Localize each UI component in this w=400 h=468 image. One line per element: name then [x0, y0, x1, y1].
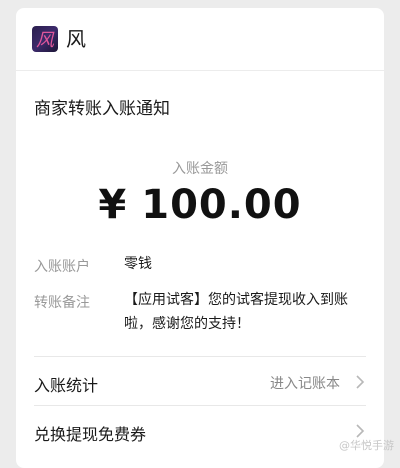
- account-value: 零钱: [124, 252, 372, 276]
- voucher-label: 兑换提现免费券: [34, 421, 146, 445]
- chevron-right-icon: [352, 374, 368, 390]
- logo-char: 风: [36, 30, 55, 51]
- stats-label: 入账统计: [34, 372, 98, 396]
- currency-symbol: ¥: [98, 182, 127, 228]
- account-label: 入账账户: [34, 256, 90, 276]
- open-ledger-text[interactable]: 进入记账本: [270, 373, 340, 393]
- wind-logo-icon: 风: [32, 26, 58, 52]
- remark-label: 转账备注: [34, 292, 90, 312]
- watermark: @华悦手游: [339, 437, 394, 453]
- notice-title: 商家转账入账通知: [34, 98, 170, 120]
- app-name: 风: [66, 26, 86, 52]
- divider: [34, 405, 366, 406]
- voucher-link-row[interactable]: 兑换提现免费券: [16, 409, 384, 453]
- amount-label: 入账金额: [16, 158, 384, 178]
- transfer-notice-card: 风 风 商家转账入账通知 入账金额 ¥100.00 入账账户 零钱 转账备注 【…: [16, 8, 384, 468]
- amount-value: 100.00: [141, 182, 301, 228]
- remark-value: 【应用试客】您的试客提现收入到账啦，感谢您的支持！: [124, 288, 372, 336]
- divider: [34, 356, 366, 357]
- amount-display: ¥100.00: [16, 180, 384, 230]
- stats-link-row[interactable]: 入账统计 进入记账本: [16, 360, 384, 404]
- app-header[interactable]: 风 风: [16, 8, 384, 71]
